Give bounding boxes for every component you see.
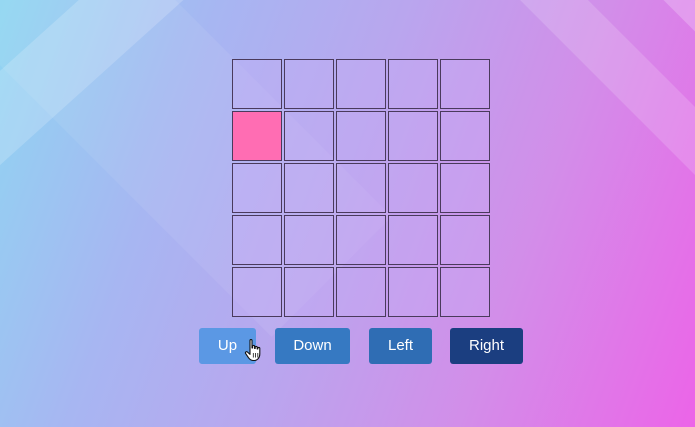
right-button[interactable]: Right [450, 328, 523, 364]
grid-cell [232, 267, 282, 317]
background-streak [0, 0, 191, 168]
background-streak [482, 0, 695, 204]
grid-cell [232, 215, 282, 265]
grid-cell [232, 163, 282, 213]
grid-cell [440, 163, 490, 213]
grid-cell [336, 163, 386, 213]
grid-cell [388, 267, 438, 317]
grid-cell [232, 59, 282, 109]
grid-cell [284, 163, 334, 213]
left-button[interactable]: Left [369, 328, 432, 364]
grid-cell [284, 215, 334, 265]
grid-cell [388, 163, 438, 213]
hand-pointer-icon [244, 339, 261, 362]
active-grid-cell [232, 111, 282, 161]
grid-cell [336, 111, 386, 161]
grid-board [232, 59, 490, 317]
grid-cell [440, 59, 490, 109]
grid-cell [336, 267, 386, 317]
grid-cell [440, 267, 490, 317]
grid-cell [388, 111, 438, 161]
grid-cell [440, 111, 490, 161]
grid-cell [440, 215, 490, 265]
direction-controls: Up Down Left Right [0, 328, 695, 364]
grid-cell [388, 59, 438, 109]
background-streak [547, 0, 695, 154]
grid-cell [336, 59, 386, 109]
down-button[interactable]: Down [275, 328, 350, 364]
grid-cell [336, 215, 386, 265]
grid-cell [388, 215, 438, 265]
grid-cell [284, 59, 334, 109]
grid-cell [284, 111, 334, 161]
grid-cell [284, 267, 334, 317]
